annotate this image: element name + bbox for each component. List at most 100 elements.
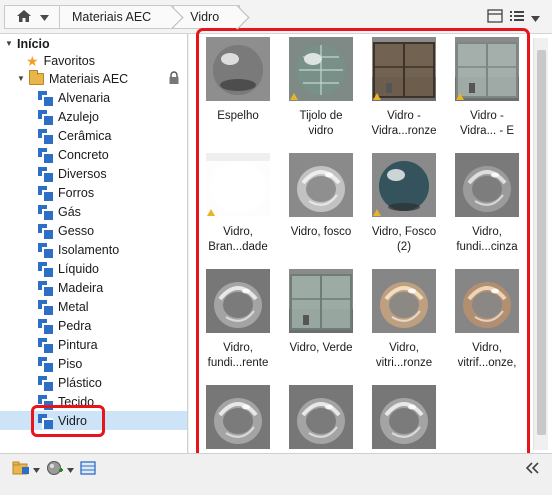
breadcrumb: Materiais AEC Vidro	[4, 5, 474, 29]
tree-item-category[interactable]: Plástico	[0, 373, 187, 392]
material-tile[interactable]: Vidro, fundi...cinza	[447, 153, 527, 263]
library-tree: ▼ Início ★ Favoritos ▼ Materiais AEC Alv…	[0, 34, 188, 453]
tree-item-category[interactable]: Forros	[0, 183, 187, 202]
tree-item-category[interactable]: Cerâmica	[0, 126, 187, 145]
bottom-toolbar	[0, 453, 552, 484]
warning-icon	[456, 93, 464, 100]
library-category-icon	[38, 167, 53, 182]
tree-item-category[interactable]: Líquido	[0, 259, 187, 278]
material-label-line: Vidro -	[387, 110, 421, 122]
tree-item-favorites[interactable]: ★ Favoritos	[26, 51, 187, 70]
warning-icon	[290, 93, 298, 100]
tree-item-category[interactable]: Isolamento	[0, 240, 187, 259]
tree-item-label: Forros	[58, 185, 95, 200]
material-label-line: vitrif...onze,	[457, 357, 517, 369]
tree-item-category[interactable]: Gás	[0, 202, 187, 221]
collapse-triangle-icon[interactable]: ▼	[16, 74, 26, 83]
material-tile[interactable]: Vidro, fosco	[281, 153, 361, 263]
material-tile[interactable]: Vidro, vitri...ronze	[364, 269, 444, 379]
tree-item-label: Plástico	[58, 375, 102, 390]
scrollbar-thumb[interactable]	[537, 50, 546, 435]
tree-item-category[interactable]: Concreto	[0, 145, 187, 164]
library-category-icon	[38, 281, 53, 296]
material-label-line: Vidro, Fosco	[371, 226, 437, 238]
tree-item-category[interactable]: Pedra	[0, 316, 187, 335]
breadcrumb-item-label: Vidro	[190, 10, 220, 24]
material-label-line: vidro	[308, 125, 334, 137]
material-thumbnail	[289, 37, 353, 101]
breadcrumb-item-label: Materiais AEC	[72, 10, 152, 24]
open-library-icon	[12, 461, 30, 478]
panel-toggle-icon[interactable]	[487, 8, 503, 27]
tree-item-category[interactable]: Metal	[0, 297, 187, 316]
warning-icon	[207, 209, 215, 216]
material-label-line: Vidro, Verde	[289, 342, 353, 354]
collapse-panel-button[interactable]	[524, 461, 540, 477]
material-label-line: Bran...dade	[208, 241, 268, 253]
library-category-icon	[38, 300, 53, 315]
material-label-line: Vidro,	[472, 226, 502, 238]
folder-icon	[29, 69, 44, 85]
collapse-triangle-icon[interactable]: ▼	[4, 39, 14, 48]
material-tile[interactable]: Vidro, Bran...dade	[198, 153, 278, 263]
tree-item-category[interactable]: Alvenaria	[0, 88, 187, 107]
material-tile[interactable]: Vidro, fundi...rente	[198, 269, 278, 379]
chevron-down-icon	[67, 462, 74, 476]
editor-button[interactable]	[80, 460, 96, 477]
material-label-line: Vidro,	[223, 226, 253, 238]
home-button[interactable]	[4, 5, 60, 29]
warning-icon	[373, 209, 381, 216]
tree-item-category[interactable]: Piso	[0, 354, 187, 373]
chevron-down-icon[interactable]	[39, 10, 49, 24]
material-tile[interactable]: Vidro - Vidra... - E	[447, 37, 527, 147]
material-tile[interactable]: Tijolo de vidro	[281, 37, 361, 147]
material-tile[interactable]: Vidro, Verde	[281, 269, 361, 379]
library-menu-button[interactable]	[12, 461, 40, 477]
tree-item-category[interactable]: Pintura	[0, 335, 187, 354]
tree-item-label: Gás	[58, 204, 81, 219]
double-chevron-left-icon	[524, 461, 540, 477]
material-thumbnail	[372, 37, 436, 101]
material-tile[interactable]: Vidro, vitrif...onze,	[447, 269, 527, 379]
tree-item-label: Materiais AEC	[49, 71, 129, 86]
chevron-down-icon[interactable]	[531, 11, 540, 25]
tree-item-label: Piso	[58, 356, 83, 371]
material-label-line: Vidra... - E	[459, 125, 515, 137]
library-category-icon	[38, 357, 53, 372]
breadcrumb-item-category[interactable]: Vidro	[174, 5, 241, 29]
material-tile[interactable]: Espelho	[198, 37, 278, 147]
chevron-down-icon	[33, 462, 40, 476]
tree-item-label: Favoritos	[43, 53, 95, 68]
material-thumbnail	[289, 269, 353, 333]
tree-item-label: Cerâmica	[58, 128, 112, 143]
tree-item-category[interactable]: Gesso	[0, 221, 187, 240]
breadcrumb-item-library[interactable]: Materiais AEC	[60, 5, 175, 29]
tree-item-label: Diversos	[58, 166, 107, 181]
tree-item-label: Início	[17, 36, 50, 51]
material-label: Vidro, Verde	[281, 341, 361, 356]
tree-item-label: Concreto	[58, 147, 109, 162]
material-label-line: (2)	[396, 241, 412, 253]
material-label-line: Vidro, fosco	[290, 226, 352, 238]
material-tile[interactable]: Vidro, Fosco (2)	[364, 153, 444, 263]
tree-item-library[interactable]: ▼ Materiais AEC	[16, 69, 187, 88]
tree-item-category[interactable]: Madeira	[0, 278, 187, 297]
tree-item-label: Madeira	[58, 280, 104, 295]
material-label: Vidro - Vidra... - E	[447, 109, 527, 139]
tree-item-label: Gesso	[58, 223, 95, 238]
library-category-icon	[38, 205, 53, 220]
vertical-scrollbar[interactable]	[533, 38, 548, 450]
view-options-icon[interactable]	[509, 8, 525, 27]
material-tile[interactable]: Vidro - Vidra...ronze	[364, 37, 444, 147]
tree-item-category[interactable]: Diversos	[0, 164, 187, 183]
create-material-button[interactable]	[46, 460, 74, 477]
material-thumbnail	[289, 385, 353, 449]
tree-item-label: Pedra	[58, 318, 92, 333]
library-category-icon	[38, 338, 53, 353]
library-category-icon	[38, 186, 53, 201]
material-label-line: fundi...rente	[207, 357, 269, 369]
material-thumbnail	[206, 153, 270, 217]
material-label: Vidro, vitri...ronze	[364, 341, 444, 371]
tree-item-category[interactable]: Azulejo	[0, 107, 187, 126]
material-thumbnail	[455, 37, 519, 101]
